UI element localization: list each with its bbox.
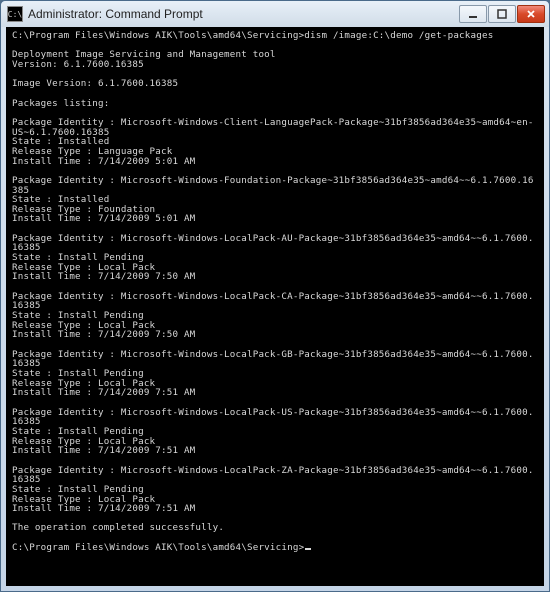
- terminal-output[interactable]: C:\Program Files\Windows AIK\Tools\amd64…: [6, 27, 544, 586]
- minimize-icon: [468, 9, 478, 19]
- close-button[interactable]: [517, 5, 545, 23]
- command-prompt-window: C:\ Administrator: Command Prompt C:\Pro…: [0, 0, 550, 592]
- minimize-button[interactable]: [459, 5, 487, 23]
- cursor: [305, 548, 311, 550]
- titlebar[interactable]: C:\ Administrator: Command Prompt: [1, 1, 549, 27]
- close-icon: [526, 9, 536, 19]
- maximize-icon: [497, 9, 507, 19]
- maximize-button[interactable]: [488, 5, 516, 23]
- prompt-line[interactable]: C:\Program Files\Windows AIK\Tools\amd64…: [12, 542, 304, 553]
- window-controls: [459, 5, 545, 23]
- cmd-icon: C:\: [7, 6, 23, 22]
- window-title: Administrator: Command Prompt: [28, 7, 459, 21]
